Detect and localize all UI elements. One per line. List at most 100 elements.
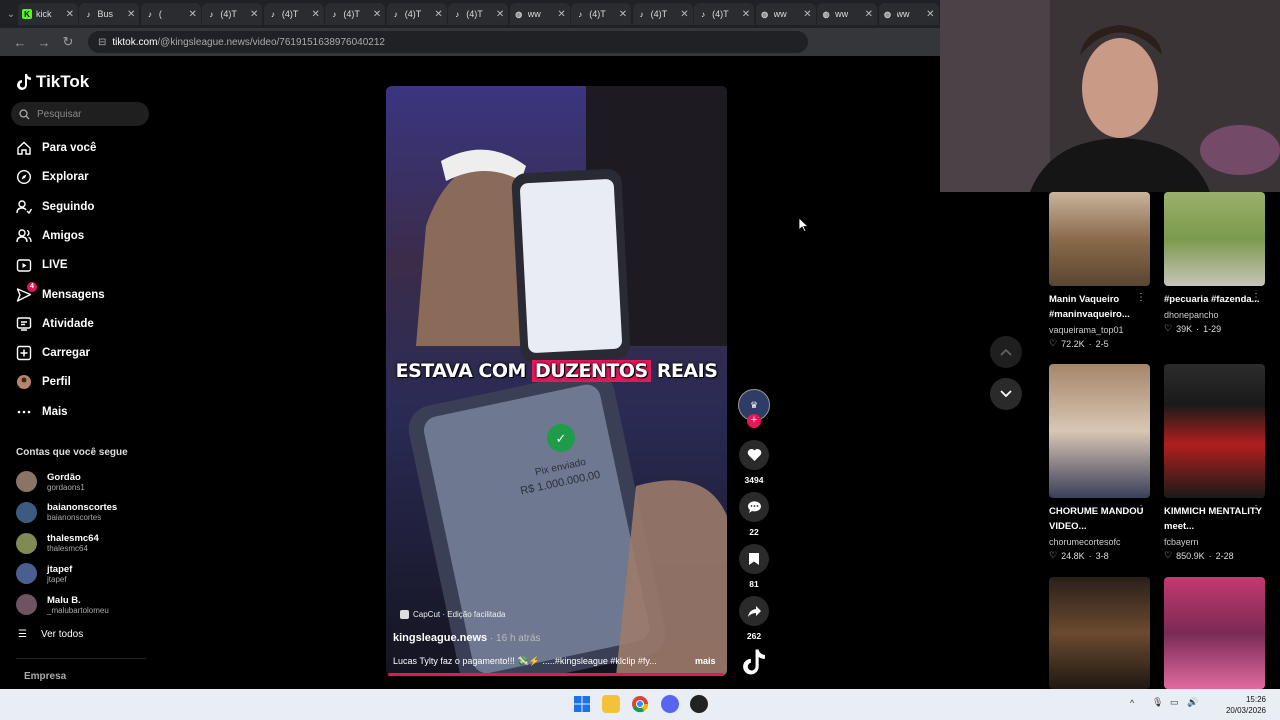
tiktok-logo[interactable]: TikTok — [16, 72, 89, 92]
video-thumbnail[interactable] — [1164, 577, 1265, 689]
creator-avatar[interactable]: ♛ + — [738, 389, 770, 428]
save-button[interactable]: 81 — [738, 544, 770, 589]
followed-account[interactable]: jtapef jtapef — [16, 563, 72, 585]
browser-tab[interactable]: ◍ ww ✕ — [509, 3, 570, 25]
browser-tab[interactable]: ♪ (4)T ✕ — [263, 3, 324, 25]
video-thumbnail[interactable] — [1164, 364, 1265, 498]
more-button[interactable]: mais — [695, 656, 716, 666]
microphone-icon[interactable]: 🎙 — [1152, 697, 1163, 708]
recommended-video-card[interactable]: KIMMICH MENTALITY meet... ⋮ fcbayern ♡ 850.9… — [1164, 364, 1265, 561]
recommended-video-card[interactable]: CHORUME MANDOU VIDEO... ⋮ chorumecortesofc… — [1049, 364, 1150, 561]
sidebar-item-carregar[interactable]: Carregar — [16, 345, 90, 361]
browser-tab[interactable]: ♪ (4)T ✕ — [202, 3, 263, 25]
tray-chevron-icon[interactable]: ^ — [1130, 698, 1134, 708]
browser-tab[interactable]: ♪ Bus ✕ — [79, 3, 140, 25]
video-thumbnail[interactable] — [1049, 577, 1150, 689]
previous-video-button[interactable] — [990, 336, 1022, 368]
system-clock[interactable]: 15:26 20/03/2026 — [1226, 694, 1266, 716]
discord-icon[interactable] — [661, 695, 679, 713]
tab-close-icon[interactable]: ✕ — [127, 9, 135, 20]
tab-close-icon[interactable]: ✕ — [250, 9, 258, 20]
browser-tab[interactable]: ♪ (4)T ✕ — [386, 3, 447, 25]
tab-close-icon[interactable]: ✕ — [865, 9, 873, 20]
tab-close-icon[interactable]: ✕ — [557, 9, 565, 20]
address-bar[interactable]: ⊟ tiktok.com /@kingsleague.news/video/76… — [88, 31, 808, 53]
card-meta: ♡ 72.2K · 2-5 — [1049, 338, 1150, 349]
share-button[interactable]: 262 — [738, 596, 770, 641]
browser-tab[interactable]: ♪ (4)T ✕ — [632, 3, 693, 25]
next-video-button[interactable] — [990, 378, 1022, 410]
recommended-video-card[interactable]: Manin Vaqueiro #maninvaqueiro... ⋮ vaqueir… — [1049, 192, 1150, 349]
video-progress-bar[interactable] — [388, 673, 724, 676]
sidebar-item-explorar[interactable]: Explorar — [16, 169, 89, 185]
follow-plus-icon[interactable]: + — [747, 414, 761, 428]
tab-close-icon[interactable]: ✕ — [189, 9, 197, 20]
tab-close-icon[interactable]: ✕ — [619, 9, 627, 20]
sidebar-item-amigos[interactable]: Amigos — [16, 228, 84, 244]
network-icon[interactable]: ▭ — [1170, 697, 1179, 708]
browser-tab[interactable]: ♪ (4)T ✕ — [571, 3, 632, 25]
capcut-badge[interactable]: CapCut · Edição facilitada — [400, 610, 506, 619]
company-link[interactable]: Empresa — [24, 671, 66, 682]
tab-close-icon[interactable]: ✕ — [373, 9, 381, 20]
tab-close-icon[interactable]: ✕ — [803, 9, 811, 20]
svg-text:✓: ✓ — [556, 432, 567, 447]
tab-close-icon[interactable]: ✕ — [926, 9, 934, 20]
browser-tab[interactable]: ♪ (4)T ✕ — [694, 3, 755, 25]
browser-tab[interactable]: Kkick ✕ — [17, 3, 78, 25]
comment-button[interactable]: 22 — [738, 492, 770, 537]
search-input[interactable]: Pesquisar — [11, 102, 149, 126]
more-options-icon[interactable]: ⋮ — [1136, 504, 1146, 515]
chrome-icon[interactable] — [631, 695, 649, 713]
more-options-icon[interactable]: ⋮ — [1136, 292, 1146, 303]
followed-account[interactable]: thalesmc64 thalesmc64 — [16, 532, 99, 554]
like-button[interactable]: 3494 — [738, 440, 770, 485]
sidebar-item-mensagens[interactable]: 4 Mensagens — [16, 281, 105, 303]
tab-title: (4)T — [404, 9, 422, 19]
browser-tab[interactable]: ♪ (4)T ✕ — [325, 3, 386, 25]
recommended-video-card[interactable] — [1049, 577, 1150, 689]
more-options-icon[interactable]: ⋮ — [1251, 292, 1261, 303]
brand-name: TikTok — [36, 72, 90, 91]
browser-tab[interactable]: ◍ ww ✕ — [817, 3, 878, 25]
browser-tab[interactable]: ◍ ww ✕ — [755, 3, 816, 25]
site-info-icon[interactable]: ⊟ — [98, 37, 106, 48]
recommended-video-card[interactable]: #pecuaria #fazenda... ⋮ dhonepancho ♡ 39K · 1-… — [1164, 192, 1265, 334]
file-explorer-icon[interactable] — [602, 695, 620, 713]
tab-close-icon[interactable]: ✕ — [680, 9, 688, 20]
reload-icon[interactable]: ↻ — [56, 34, 80, 50]
tab-close-icon[interactable]: ✕ — [311, 9, 319, 20]
sidebar-item-mais[interactable]: Mais — [16, 404, 68, 420]
video-thumbnail[interactable] — [1049, 364, 1150, 498]
followed-account[interactable]: Gordão gordaons1 — [16, 471, 85, 492]
back-arrow-icon[interactable]: ← — [8, 35, 32, 50]
windows-start-icon[interactable] — [573, 695, 591, 713]
more-options-icon[interactable]: ⋮ — [1251, 504, 1261, 515]
browser-tab[interactable]: ♪ (✕ — [140, 3, 201, 25]
sidebar-item-seguindo[interactable]: Seguindo — [16, 199, 94, 215]
followed-account[interactable]: baianonscortes baianonscortes — [16, 501, 117, 523]
browser-tab[interactable]: ♪ (4)T ✕ — [448, 3, 509, 25]
video-author[interactable]: kingsleague.news · 16 h atrás — [393, 632, 541, 644]
sidebar-item-live[interactable]: LIVE — [16, 257, 68, 273]
forward-arrow-icon[interactable]: → — [32, 35, 56, 50]
sound-disc-button[interactable] — [738, 648, 770, 681]
tab-list-chevron-icon[interactable]: ⌄ — [4, 9, 18, 20]
sidebar-item-label: Para você — [42, 142, 97, 154]
tab-close-icon[interactable]: ✕ — [434, 9, 442, 20]
like-count: 850.9K — [1176, 550, 1205, 561]
tab-close-icon[interactable]: ✕ — [742, 9, 750, 20]
volume-icon[interactable]: 🔊 — [1187, 697, 1198, 708]
obs-icon[interactable] — [690, 695, 708, 713]
sidebar-item-perfil[interactable]: Perfil — [16, 374, 71, 390]
tab-close-icon[interactable]: ✕ — [496, 9, 504, 20]
followed-account[interactable]: Malu B. _malubartolomeu — [16, 594, 109, 616]
sidebar-item-para-voc-[interactable]: Para você — [16, 140, 96, 156]
tab-close-icon[interactable]: ✕ — [66, 9, 74, 20]
video-thumbnail[interactable] — [1164, 192, 1265, 286]
video-thumbnail[interactable] — [1049, 192, 1150, 286]
recommended-video-card[interactable] — [1164, 577, 1265, 689]
sidebar-item-atividade[interactable]: Atividade — [16, 316, 94, 332]
see-all-button[interactable]: ☰ Ver todos — [18, 629, 83, 640]
browser-tab[interactable]: ◍ ww ✕ — [878, 3, 939, 25]
